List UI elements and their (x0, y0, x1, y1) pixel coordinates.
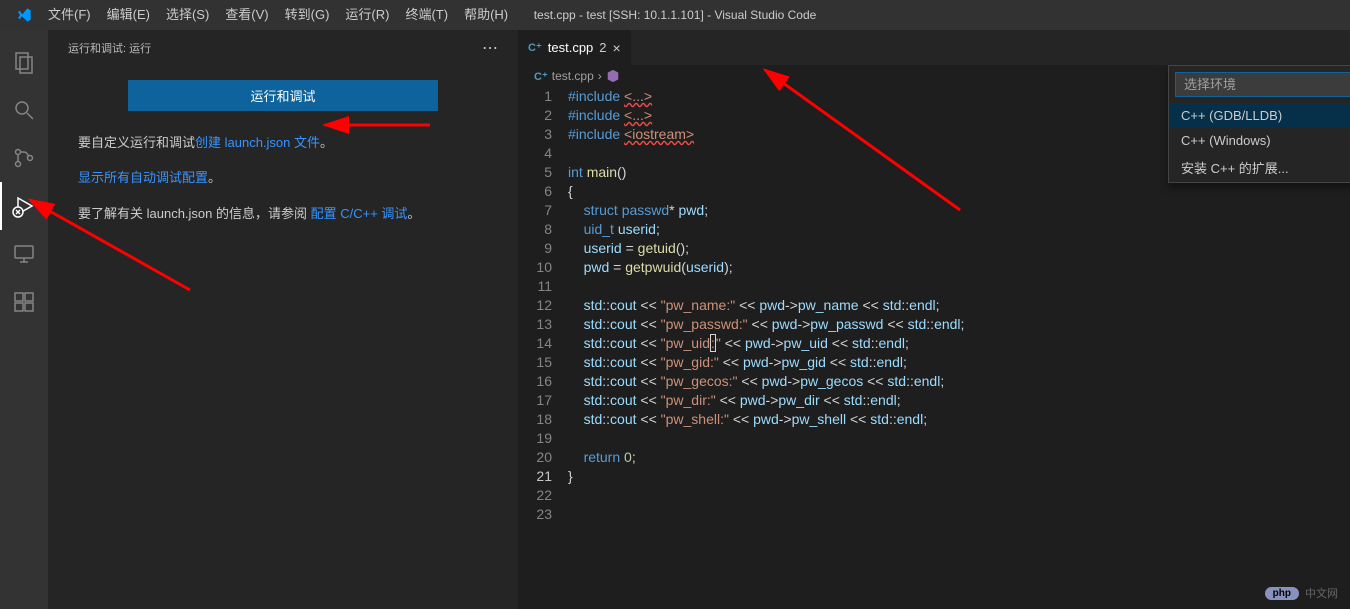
activitybar (0, 30, 48, 609)
titlebar: 文件(F)编辑(E)选择(S)查看(V)转到(G)运行(R)终端(T)帮助(H)… (0, 0, 1350, 30)
quickpick-input[interactable] (1175, 72, 1350, 97)
watermark: php 中文网 (1265, 585, 1338, 601)
close-icon[interactable]: × (613, 40, 621, 56)
quickpick-select-environment: C++ (GDB/LLDB)C++ (Windows)安装 C++ 的扩展... (1168, 65, 1350, 183)
sidebar-para-2: 显示所有自动调试配置。 (78, 166, 488, 189)
menu-item[interactable]: 帮助(H) (456, 0, 516, 30)
debug-sidebar: 运行和调试: 运行 ⋯ 运行和调试 要自定义运行和调试创建 launch.jso… (48, 30, 518, 609)
cpp-file-icon: C⁺ (528, 41, 542, 54)
activity-extensions[interactable] (0, 278, 48, 326)
menu-item[interactable]: 文件(F) (40, 0, 99, 30)
menu-item[interactable]: 查看(V) (217, 0, 276, 30)
editor-area: C⁺ test.cpp 2 × C⁺ test.cpp › 1234567891… (518, 30, 1350, 609)
sidebar-para-1: 要自定义运行和调试创建 launch.json 文件。 (78, 131, 488, 154)
menu-item[interactable]: 运行(R) (337, 0, 397, 30)
php-badge: php (1265, 587, 1299, 600)
editor-tabs: C⁺ test.cpp 2 × (518, 30, 1350, 65)
quickpick-item[interactable]: C++ (GDB/LLDB) (1169, 103, 1350, 128)
configure-cpp-debug-link[interactable]: 配置 C/C++ 调试 (311, 206, 408, 221)
breadcrumb-file: test.cpp (552, 69, 594, 83)
create-launchjson-link[interactable]: 创建 launch.json 文件 (195, 135, 320, 150)
menu-item[interactable]: 终端(T) (397, 0, 456, 30)
vscode-logo-icon (16, 7, 32, 23)
run-debug-button[interactable]: 运行和调试 (128, 80, 438, 111)
activity-remote[interactable] (0, 230, 48, 278)
activity-explorer[interactable] (0, 38, 48, 86)
menu-item[interactable]: 编辑(E) (99, 0, 158, 30)
sidebar-para-3: 要了解有关 launch.json 的信息，请参阅 配置 C/C++ 调试。 (78, 202, 488, 225)
window-title: test.cpp - test [SSH: 10.1.1.101] - Visu… (534, 8, 817, 22)
chevron-right-icon: › (598, 69, 602, 83)
cpp-file-icon: C⁺ (534, 70, 548, 83)
activity-debug[interactable] (0, 182, 48, 230)
menu-item[interactable]: 转到(G) (277, 0, 338, 30)
show-all-configs-link[interactable]: 显示所有自动调试配置 (78, 170, 208, 185)
quickpick-item[interactable]: C++ (Windows) (1169, 128, 1350, 153)
menubar: 文件(F)编辑(E)选择(S)查看(V)转到(G)运行(R)终端(T)帮助(H) (40, 0, 516, 30)
tab-testcpp[interactable]: C⁺ test.cpp 2 × (518, 30, 632, 65)
symbol-icon (606, 69, 620, 83)
tab-modified-badge: 2 (599, 40, 606, 55)
quickpick-item[interactable]: 安装 C++ 的扩展... (1169, 153, 1350, 182)
activity-search[interactable] (0, 86, 48, 134)
activity-scm[interactable] (0, 134, 48, 182)
sidebar-more-icon[interactable]: ⋯ (482, 38, 498, 58)
sidebar-title: 运行和调试: 运行 (68, 40, 151, 56)
menu-item[interactable]: 选择(S) (158, 0, 217, 30)
tab-label: test.cpp (548, 40, 594, 55)
